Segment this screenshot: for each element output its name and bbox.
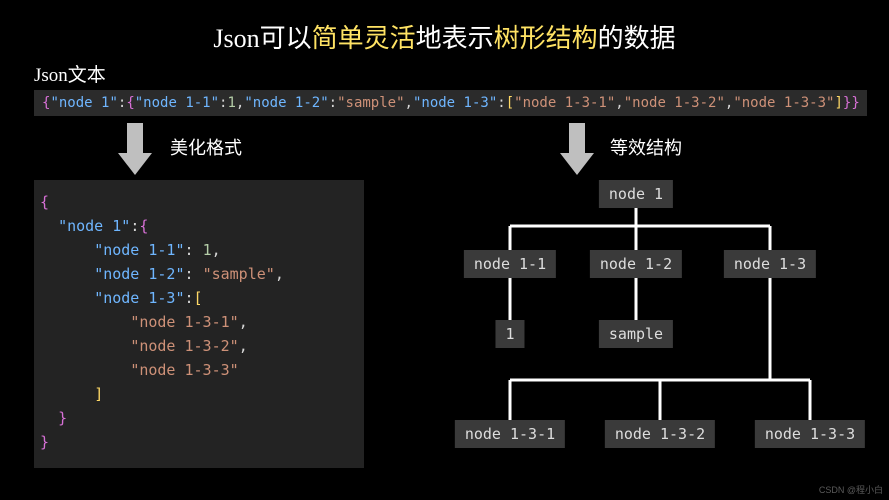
tree-node: node 1-3-2	[605, 420, 715, 448]
code-line: "node 1-3-3"	[40, 358, 358, 382]
page-title: Json可以简单灵活地表示树形结构的数据	[0, 0, 889, 55]
code-line: }	[40, 430, 358, 454]
code-line: "node 1-3-2",	[40, 334, 358, 358]
tree-node: node 1-3	[724, 250, 816, 278]
code-line: "node 1-3":[	[40, 286, 358, 310]
json-text-label: Json文本	[34, 60, 106, 87]
json-flat-code: {"node 1":{"node 1-1":1,"node 1-2":"samp…	[34, 90, 867, 116]
arrow-down-icon	[560, 123, 594, 175]
json-pretty-code: { "node 1":{ "node 1-1": 1, "node 1-2": …	[34, 180, 364, 468]
code-line: "node 1-1": 1,	[40, 238, 358, 262]
tree-diagram: node 1 node 1-1 node 1-2 node 1-3 1 sample nod…	[410, 180, 880, 480]
pretty-format-label: 美化格式	[170, 134, 242, 160]
arrow-down-icon	[118, 123, 152, 175]
watermark: CSDN @程小白	[819, 483, 883, 496]
code-line: "node 1-2": "sample",	[40, 262, 358, 286]
equivalent-structure-label: 等效结构	[610, 134, 682, 160]
tree-node: node 1	[599, 180, 673, 208]
tree-node: node 1-2	[590, 250, 682, 278]
tree-node: node 1-3-3	[755, 420, 865, 448]
tree-node: sample	[599, 320, 673, 348]
code-line: }	[40, 406, 358, 430]
tree-node: node 1-3-1	[455, 420, 565, 448]
code-line: "node 1":{	[40, 214, 358, 238]
code-line: {	[40, 190, 358, 214]
tree-node: 1	[495, 320, 524, 348]
code-line: ]	[40, 382, 358, 406]
code-line: "node 1-3-1",	[40, 310, 358, 334]
tree-node: node 1-1	[464, 250, 556, 278]
